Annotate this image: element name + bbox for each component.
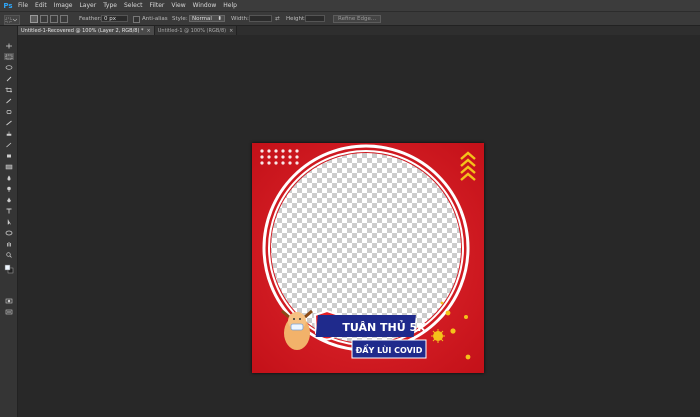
eyedropper-tool-icon[interactable] bbox=[4, 97, 14, 104]
quick-mask-tool-icon[interactable] bbox=[4, 297, 14, 304]
menu-view[interactable]: View bbox=[171, 2, 185, 9]
close-icon[interactable]: × bbox=[229, 28, 233, 34]
document-canvas[interactable]: TUÂN THỦ 5K ĐẨY LÙI COVID bbox=[252, 143, 484, 373]
menu-select[interactable]: Select bbox=[124, 2, 143, 9]
menu-bar: Ps File Edit Image Layer Type Select Fil… bbox=[0, 0, 700, 11]
width-label: Width: bbox=[231, 16, 249, 22]
screen-mode-tool-icon[interactable] bbox=[4, 308, 14, 315]
marquee-tool-icon[interactable] bbox=[4, 53, 14, 60]
menu-filter[interactable]: Filter bbox=[150, 2, 165, 9]
menu-help[interactable]: Help bbox=[223, 2, 237, 9]
tab-untitled-1[interactable]: Untitled-1 @ 100% (RGB/8) × bbox=[154, 26, 238, 35]
chevron-down-icon: ⬍ bbox=[217, 15, 222, 22]
healing-brush-tool-icon[interactable] bbox=[4, 108, 14, 115]
tool-preset-picker[interactable] bbox=[4, 15, 20, 25]
brush-tool-icon[interactable] bbox=[4, 119, 14, 126]
marquee-preset-icon bbox=[5, 17, 17, 23]
height-label: Height: bbox=[286, 16, 307, 22]
add-to-selection-button[interactable] bbox=[40, 15, 48, 23]
height-input[interactable] bbox=[305, 15, 325, 22]
tab-untitled-1-recovered[interactable]: Untitled-1-Recovered @ 100% (Layer 2, RG… bbox=[18, 26, 155, 35]
blur-tool-icon[interactable] bbox=[4, 174, 14, 181]
pen-tool-icon[interactable] bbox=[4, 196, 14, 203]
frame-artwork: TUÂN THỦ 5K ĐẨY LÙI COVID bbox=[252, 143, 484, 373]
gradient-tool-icon[interactable] bbox=[4, 163, 14, 170]
eraser-tool-icon[interactable] bbox=[4, 152, 14, 159]
dodge-tool-icon[interactable] bbox=[4, 185, 14, 192]
path-selection-tool-icon[interactable] bbox=[4, 218, 14, 225]
selection-mode-group bbox=[30, 15, 70, 23]
menu-window[interactable]: Window bbox=[193, 2, 217, 9]
style-label: Style: bbox=[172, 16, 188, 22]
quick-selection-tool-icon[interactable] bbox=[4, 75, 14, 82]
close-icon[interactable]: × bbox=[147, 28, 151, 34]
menu-image[interactable]: Image bbox=[54, 2, 73, 9]
menu-file[interactable]: File bbox=[18, 2, 28, 9]
feather-input[interactable]: 0 px bbox=[101, 15, 128, 22]
type-tool-icon[interactable] bbox=[4, 207, 14, 214]
tab-label: Untitled-1 @ 100% (RGB/8) bbox=[157, 27, 227, 34]
shape-tool-icon[interactable] bbox=[4, 229, 14, 236]
crop-tool-icon[interactable] bbox=[4, 86, 14, 93]
photoshop-logo: Ps bbox=[3, 1, 13, 10]
title-text: TUÂN THỦ 5K bbox=[342, 320, 426, 334]
zoom-tool-icon[interactable] bbox=[4, 251, 14, 258]
menu-edit[interactable]: Edit bbox=[35, 2, 47, 9]
move-tool-icon[interactable] bbox=[4, 42, 14, 49]
tab-label: Untitled-1-Recovered @ 100% (Layer 2, RG… bbox=[21, 27, 144, 34]
new-selection-button[interactable] bbox=[30, 15, 38, 23]
anti-alias-label: Anti-alias bbox=[142, 16, 168, 22]
lasso-tool-icon[interactable] bbox=[4, 64, 14, 71]
virus-icon bbox=[431, 329, 445, 343]
intersect-selection-button[interactable] bbox=[60, 15, 68, 23]
history-brush-tool-icon[interactable] bbox=[4, 141, 14, 148]
feather-label: Feather: bbox=[79, 16, 102, 22]
document-tab-bar: Untitled-1-Recovered @ 100% (Layer 2, RG… bbox=[18, 26, 700, 35]
clone-stamp-tool-icon[interactable] bbox=[4, 130, 14, 137]
options-bar: Feather: 0 px Anti-alias Style: Normal ⬍… bbox=[0, 11, 700, 26]
color-swatches[interactable] bbox=[4, 263, 14, 275]
refine-edge-button[interactable]: Refine Edge... bbox=[333, 15, 382, 23]
color-swatches-icon bbox=[4, 264, 14, 274]
tools-panel bbox=[0, 26, 18, 417]
menu-type[interactable]: Type bbox=[103, 2, 117, 9]
anti-alias-control: Anti-alias bbox=[133, 15, 168, 23]
width-input[interactable] bbox=[249, 15, 272, 22]
anti-alias-checkbox[interactable] bbox=[133, 15, 140, 23]
swap-icon[interactable]: ⇄ bbox=[275, 15, 280, 23]
subtract-from-selection-button[interactable] bbox=[50, 15, 58, 23]
menu-layer[interactable]: Layer bbox=[79, 2, 96, 9]
hand-tool-icon[interactable] bbox=[4, 240, 14, 247]
style-select[interactable]: Normal ⬍ bbox=[189, 15, 225, 22]
style-value: Normal bbox=[192, 15, 212, 22]
